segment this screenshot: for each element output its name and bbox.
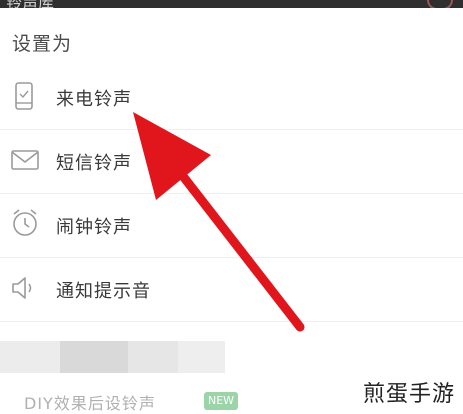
pixel-block	[128, 341, 178, 373]
speaker-icon	[10, 273, 40, 303]
top-app-bar-title: 铃声库	[6, 0, 54, 8]
pixelated-row	[0, 341, 225, 373]
top-app-bar: 铃声库	[0, 0, 463, 10]
option-label-sms: 短信铃声	[56, 153, 132, 174]
divider	[0, 321, 463, 322]
pixel-block	[0, 341, 60, 373]
option-notification-sound[interactable]: 通知提示音	[0, 256, 463, 320]
option-incoming-call-ringtone[interactable]: 来电铃声	[0, 64, 463, 128]
sheet-title: 设置为	[12, 33, 73, 55]
envelope-icon	[10, 145, 40, 175]
option-alarm-ringtone[interactable]: 闹钟铃声	[0, 192, 463, 256]
pixel-block	[178, 341, 225, 373]
pixel-block	[60, 341, 128, 373]
option-label-diy: DIY效果后设铃声	[24, 394, 156, 413]
option-label-incoming-call: 来电铃声	[56, 89, 132, 110]
watermark-text: 煎蛋手游	[362, 382, 455, 407]
option-sms-ringtone[interactable]: 短信铃声	[0, 128, 463, 192]
option-label-notification: 通知提示音	[56, 281, 151, 302]
option-label-alarm: 闹钟铃声	[56, 217, 132, 238]
set-as-sheet: 设置为 来电铃声 短信铃声 闹钟铃声 通知提示音 DIY效果后设铃声 NEW	[0, 8, 463, 414]
new-badge: NEW	[204, 392, 239, 410]
phone-icon	[10, 81, 40, 111]
top-app-bar-title-clip: 铃声库	[0, 0, 100, 8]
alarm-clock-icon	[10, 208, 40, 238]
screenshot-page: 铃声库 设置为 来电铃声 短信铃	[0, 0, 463, 414]
